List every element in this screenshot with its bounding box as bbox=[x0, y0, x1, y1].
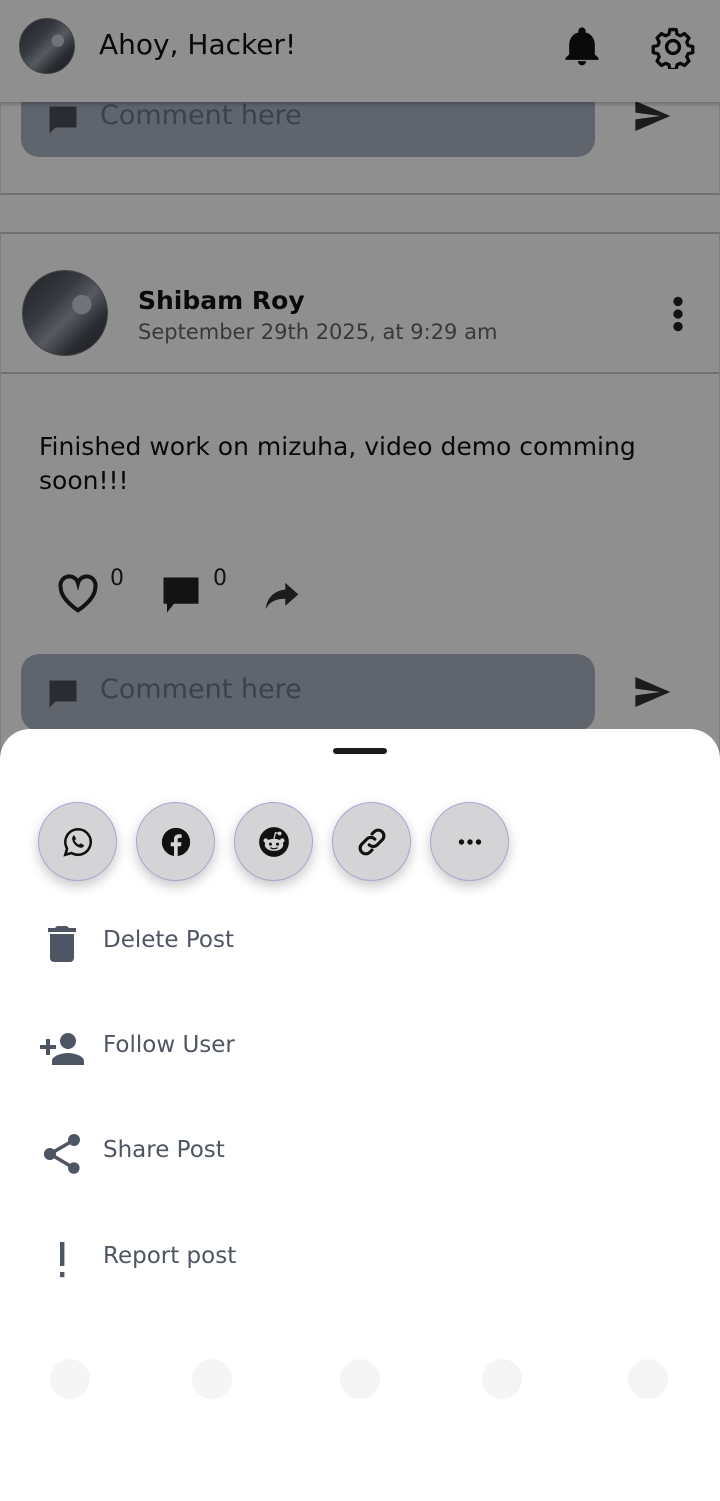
drag-handle[interactable] bbox=[333, 748, 387, 754]
post-options-bottom-sheet: Delete Post Follow User Share Post Repor… bbox=[0, 729, 720, 1501]
nav-ghost-icon bbox=[192, 1359, 232, 1399]
share-whatsapp-button[interactable] bbox=[38, 802, 117, 881]
menu-item-label: Report post bbox=[103, 1243, 237, 1269]
more-share-options-button[interactable] bbox=[430, 802, 509, 881]
nav-ghost-icon bbox=[482, 1359, 522, 1399]
share-targets-row bbox=[38, 802, 518, 882]
nav-ghost-icon bbox=[628, 1359, 668, 1399]
menu-item-report-post[interactable]: Report post bbox=[0, 1216, 720, 1306]
more-icon bbox=[458, 838, 481, 845]
menu-item-label: Delete Post bbox=[103, 927, 235, 953]
nav-ghost-icon bbox=[50, 1359, 90, 1399]
menu-item-label: Share Post bbox=[103, 1137, 225, 1163]
share-icon bbox=[43, 1134, 80, 1174]
facebook-icon bbox=[161, 827, 190, 856]
share-reddit-button[interactable] bbox=[234, 802, 313, 881]
person-add-icon bbox=[40, 1033, 84, 1065]
nav-ghost-icon bbox=[340, 1359, 380, 1399]
trash-icon bbox=[48, 926, 76, 962]
bottom-nav-ghost bbox=[0, 1349, 720, 1439]
copy-link-button[interactable] bbox=[332, 802, 411, 881]
link-icon bbox=[358, 828, 385, 855]
whatsapp-icon bbox=[62, 827, 92, 857]
exclamation-icon bbox=[60, 1242, 65, 1278]
menu-item-label: Follow User bbox=[103, 1032, 235, 1058]
menu-item-share-post[interactable]: Share Post bbox=[0, 1110, 720, 1200]
share-facebook-button[interactable] bbox=[136, 802, 215, 881]
menu-item-delete-post[interactable]: Delete Post bbox=[0, 900, 720, 990]
menu-item-follow-user[interactable]: Follow User bbox=[0, 1005, 720, 1095]
reddit-icon bbox=[258, 826, 289, 857]
